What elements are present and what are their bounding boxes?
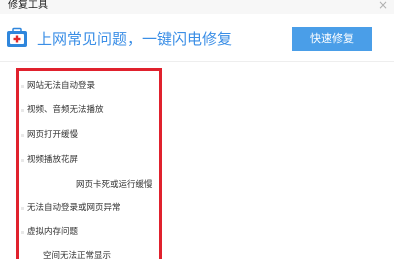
medical-kit-icon — [7, 27, 27, 47]
headline: 上网常见问题，一键闪电修复 — [37, 30, 233, 48]
quick-fix-button[interactable]: 快速修复 — [292, 27, 372, 51]
issue-item-page-freeze[interactable]: 网页卡死或运行缓慢 — [76, 180, 153, 191]
issue-item-login-error[interactable]: 无法自动登录或网页异常 — [27, 203, 121, 214]
issue-item-video-glitch[interactable]: 视频播放花屏 — [27, 155, 78, 166]
issue-item-virtual-memory[interactable]: 虚拟内存问题 — [27, 227, 78, 238]
repair-tool-window: 修复工具 × 上网常见问题，一键闪电修复 快速修复 网站无法自动登录 视频、音频… — [0, 0, 394, 259]
list-bullet — [21, 231, 24, 234]
list-bullet — [21, 159, 24, 162]
window-title: 修复工具 — [8, 0, 48, 11]
title-bar: 修复工具 × — [0, 0, 394, 14]
issue-item-slow-page[interactable]: 网页打开缓慢 — [27, 130, 78, 141]
issue-list-highlight: 网站无法自动登录 视频、音频无法播放 网页打开缓慢 视频播放花屏 网页卡死或运行… — [16, 68, 162, 259]
list-bullet — [21, 109, 24, 112]
list-bullet — [21, 207, 24, 210]
issue-item-login[interactable]: 网站无法自动登录 — [27, 81, 95, 92]
list-bullet — [21, 134, 24, 137]
header-banner: 上网常见问题，一键闪电修复 快速修复 — [0, 14, 394, 62]
list-bullet — [21, 85, 24, 88]
close-icon[interactable]: × — [378, 0, 388, 11]
issue-item-space-display[interactable]: 空间无法正常显示 — [43, 251, 111, 259]
issue-item-media[interactable]: 视频、音频无法播放 — [27, 105, 104, 116]
